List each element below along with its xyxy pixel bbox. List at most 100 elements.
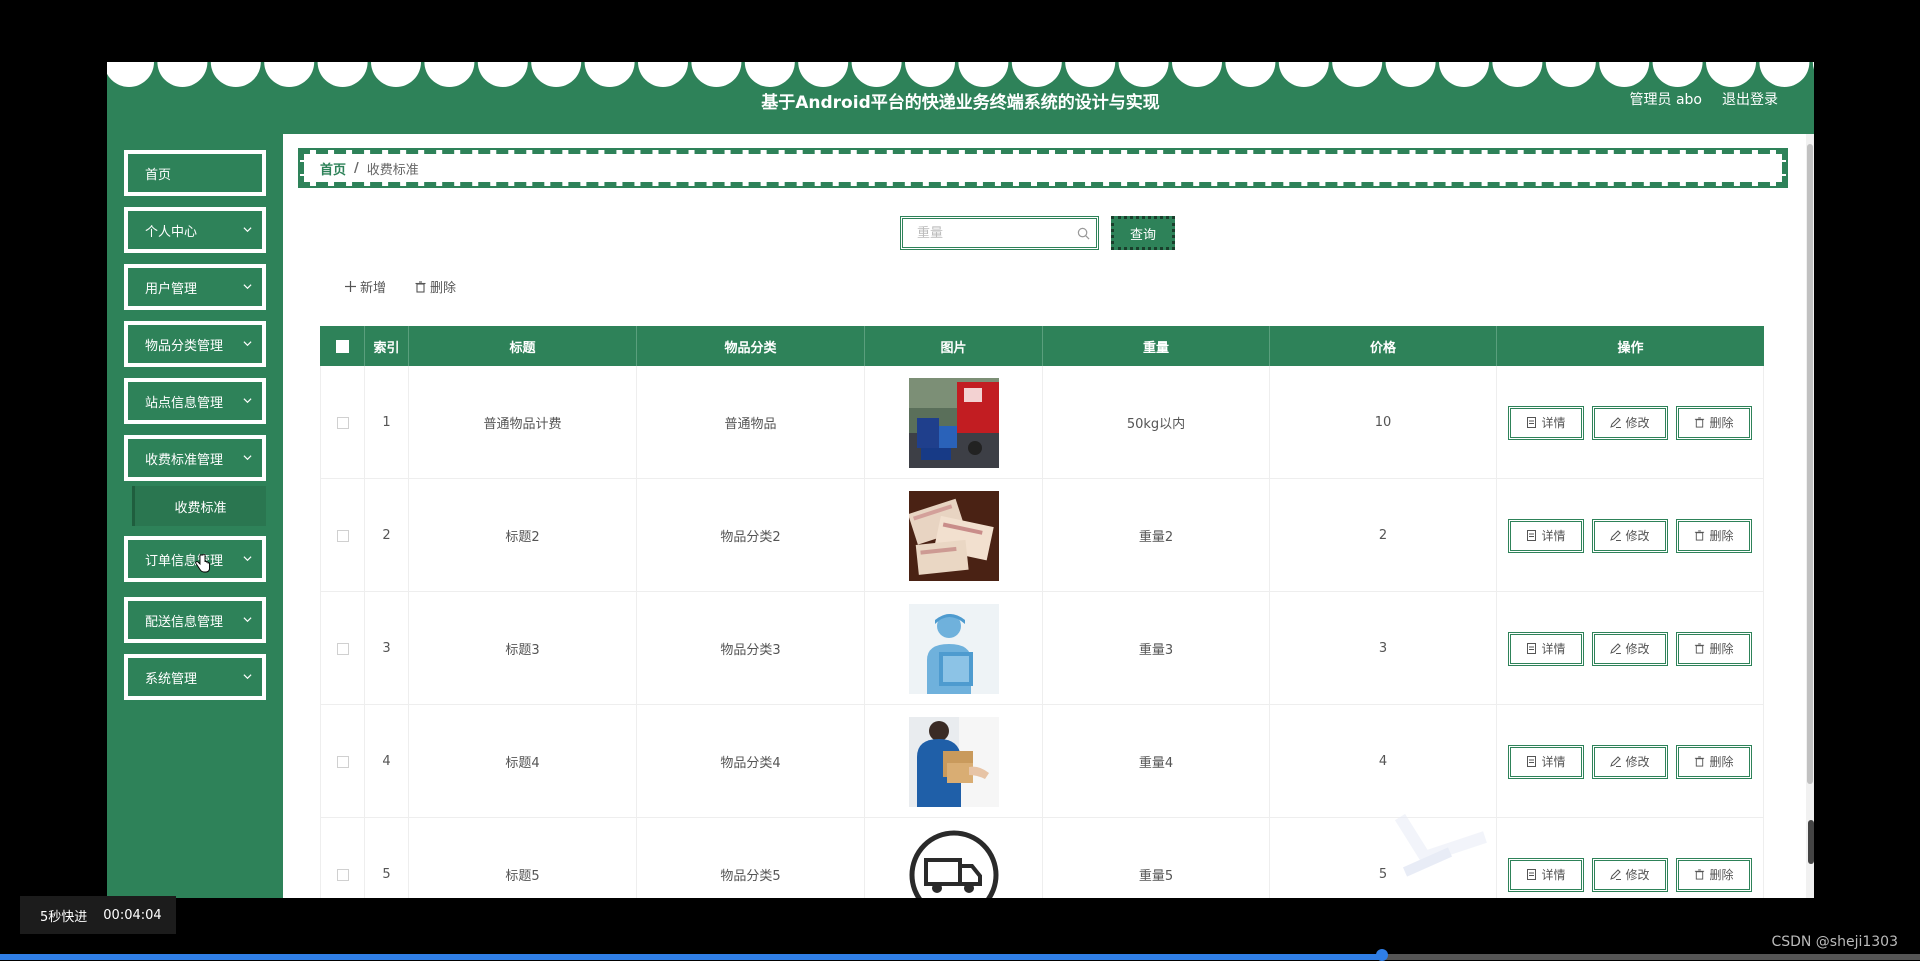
row-checkbox[interactable] xyxy=(336,755,349,768)
courier-illustration[interactable] xyxy=(908,603,999,694)
sidebar-subitem-fee-standard[interactable]: 收费标准 xyxy=(132,486,266,526)
cell-price: 2 xyxy=(1270,479,1497,592)
chevron-down-icon xyxy=(243,556,252,562)
cell-index: 1 xyxy=(365,366,409,479)
chevron-down-icon xyxy=(243,341,252,347)
vertical-scrollbar[interactable] xyxy=(1806,134,1814,898)
sidebar-item-home[interactable]: 首页 xyxy=(124,150,266,196)
add-button[interactable]: 新增 xyxy=(345,277,386,296)
logout-link[interactable]: 退出登录 xyxy=(1722,89,1778,109)
column-header-image: 图片 xyxy=(865,326,1043,366)
cell-category: 物品分类2 xyxy=(637,479,865,592)
row-checkbox[interactable] xyxy=(336,416,349,429)
table-row: 2 标题2 物品分类2 重量2 2 详情 修改 删除 xyxy=(320,479,1764,592)
search-icon xyxy=(1077,227,1090,240)
playback-time: 00:04:04 xyxy=(103,907,162,923)
delete-button[interactable]: 删除 xyxy=(1676,405,1752,440)
delete-button[interactable]: 删除 xyxy=(1676,744,1752,779)
detail-label: 详情 xyxy=(1541,416,1566,430)
detail-button[interactable]: 详情 xyxy=(1508,857,1584,892)
edit-label: 修改 xyxy=(1625,755,1650,769)
fee-standard-table: 索引 标题 物品分类 图片 重量 价格 操作 1 普通物品计费 普通物品 50kg以内… xyxy=(320,326,1764,898)
cell-title: 标题3 xyxy=(409,592,637,705)
breadcrumb-home[interactable]: 首页 xyxy=(320,159,346,178)
cell-index: 5 xyxy=(365,818,409,898)
detail-button[interactable]: 详情 xyxy=(1508,405,1584,440)
delete-button[interactable]: 删除 xyxy=(1676,518,1752,553)
sidebar-item-system-management[interactable]: 系统管理 xyxy=(124,654,266,700)
row-checkbox[interactable] xyxy=(336,642,349,655)
cell-weight: 50kg以内 xyxy=(1043,366,1270,479)
scrollbar-thumb[interactable] xyxy=(1807,144,1813,784)
detail-label: 详情 xyxy=(1541,642,1566,656)
query-button[interactable]: 查询 xyxy=(1111,216,1175,250)
table-row: 4 标题4 物品分类4 重量4 4 详情 修改 删除 xyxy=(320,705,1764,818)
handover-photo[interactable] xyxy=(908,716,999,807)
chevron-down-icon xyxy=(243,227,252,233)
detail-button[interactable]: 详情 xyxy=(1508,518,1584,553)
progress-fill xyxy=(0,954,1383,960)
delivery-van-photo[interactable] xyxy=(908,377,999,468)
main-content: 首页 / 收费标准 查询 新增 删除 索引 标题 xyxy=(283,134,1806,898)
cell-image xyxy=(865,705,1043,818)
current-user-label[interactable]: 管理员 abo xyxy=(1630,89,1702,109)
detail-button[interactable]: 详情 xyxy=(1508,744,1584,779)
app-title: 基于Android平台的快递业务终端系统的设计与实现 xyxy=(761,93,1160,113)
edit-icon xyxy=(1610,869,1622,880)
column-header-category: 物品分类 xyxy=(637,326,865,366)
cell-price: 3 xyxy=(1270,592,1497,705)
csdn-watermark: CSDN @sheji1303 xyxy=(1771,934,1898,950)
edit-button[interactable]: 修改 xyxy=(1592,518,1668,553)
row-select-cell xyxy=(320,366,365,479)
cell-index: 3 xyxy=(365,592,409,705)
add-button-label: 新增 xyxy=(360,281,387,296)
plus-icon xyxy=(345,281,356,292)
sidebar-item-label: 订单信息管理 xyxy=(145,553,224,569)
edit-button[interactable]: 修改 xyxy=(1592,631,1668,666)
sidebar-item-station-management[interactable]: 站点信息管理 xyxy=(124,378,266,424)
sidebar-item-personal-center[interactable]: 个人中心 xyxy=(124,207,266,253)
sidebar-item-label: 配送信息管理 xyxy=(145,614,224,630)
cell-title: 标题2 xyxy=(409,479,637,592)
row-select-cell xyxy=(320,479,365,592)
batch-delete-button[interactable]: 删除 xyxy=(415,277,456,296)
row-checkbox[interactable] xyxy=(336,529,349,542)
breadcrumb-separator: / xyxy=(354,160,359,176)
table-row: 5 标题5 物品分类5 重量5 5 详情 修改 删除 xyxy=(320,818,1764,898)
trash-icon xyxy=(1695,530,1705,541)
detail-label: 详情 xyxy=(1541,529,1566,543)
search-input[interactable] xyxy=(903,219,1096,247)
trash-icon xyxy=(1695,417,1705,428)
chevron-down-icon xyxy=(243,617,252,623)
delete-button[interactable]: 删除 xyxy=(1676,857,1752,892)
video-logo-watermark xyxy=(1395,813,1487,877)
parcels-photo[interactable] xyxy=(908,490,999,581)
edit-button[interactable]: 修改 xyxy=(1592,405,1668,440)
sidebar-item-category-management[interactable]: 物品分类管理 xyxy=(124,321,266,367)
edit-icon xyxy=(1610,417,1622,428)
sidebar-item-user-management[interactable]: 用户管理 xyxy=(124,264,266,310)
delete-label: 删除 xyxy=(1709,868,1734,882)
chevron-down-icon xyxy=(243,398,252,404)
cell-category: 物品分类3 xyxy=(637,592,865,705)
table-row: 3 标题3 物品分类3 重量3 3 详情 修改 删除 xyxy=(320,592,1764,705)
outer-scroll-indicator xyxy=(1808,820,1814,864)
cell-category: 普通物品 xyxy=(637,366,865,479)
row-checkbox[interactable] xyxy=(336,868,349,881)
select-all-checkbox[interactable] xyxy=(335,339,349,353)
detail-label: 详情 xyxy=(1541,868,1566,882)
trash-icon xyxy=(1695,756,1705,767)
delete-button[interactable]: 删除 xyxy=(1676,631,1752,666)
detail-button[interactable]: 详情 xyxy=(1508,631,1584,666)
edit-button[interactable]: 修改 xyxy=(1592,744,1668,779)
trash-icon xyxy=(415,280,426,293)
fast-forward-overlay: 5秒快进 00:04:04 xyxy=(20,896,176,934)
document-icon xyxy=(1527,530,1537,541)
cell-image xyxy=(865,366,1043,479)
trash-icon xyxy=(1695,869,1705,880)
row-select-cell xyxy=(320,592,365,705)
edit-button[interactable]: 修改 xyxy=(1592,857,1668,892)
sidebar-item-delivery-management[interactable]: 配送信息管理 xyxy=(124,597,266,643)
sidebar-item-fee-management[interactable]: 收费标准管理 xyxy=(124,435,266,481)
truck-icon[interactable] xyxy=(908,829,999,898)
